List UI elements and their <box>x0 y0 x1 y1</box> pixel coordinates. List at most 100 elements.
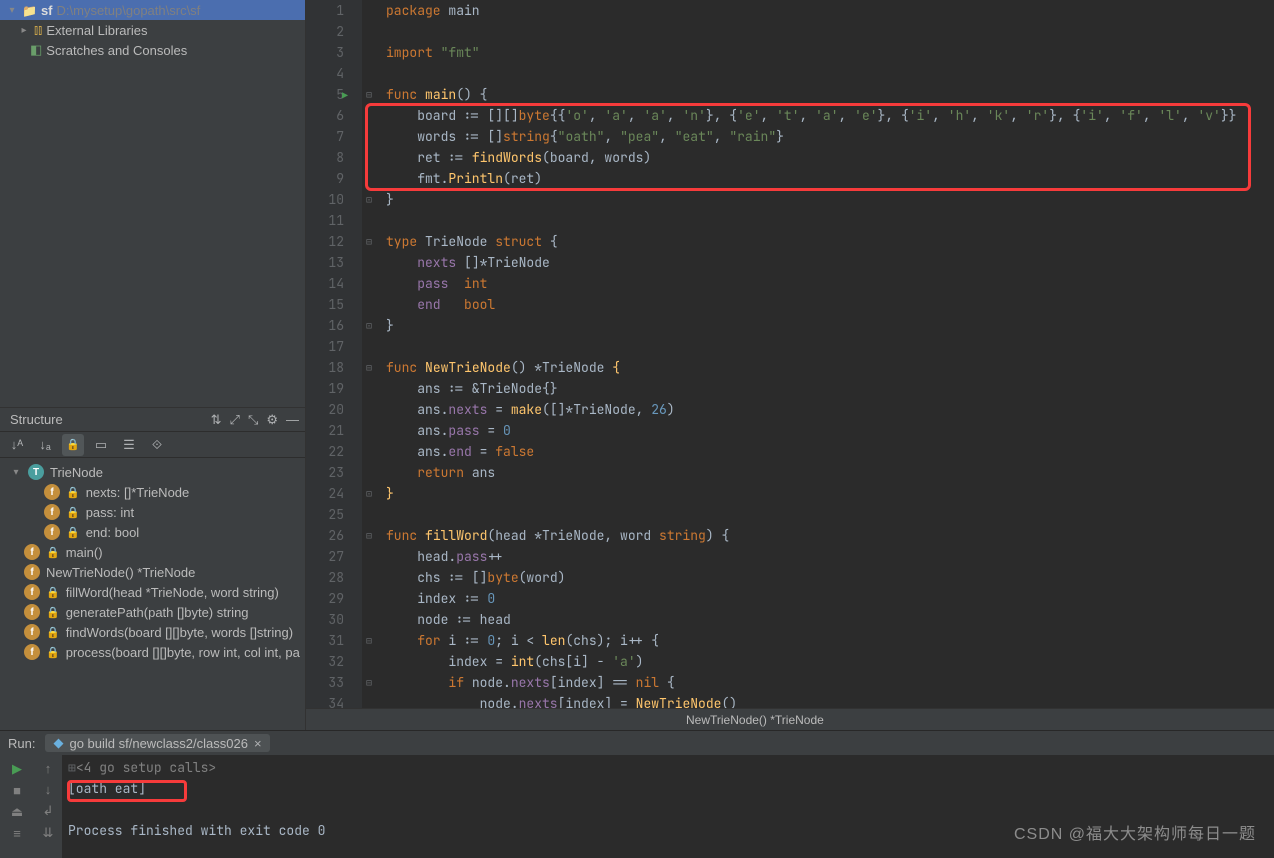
collapse-icon[interactable]: ⤡ <box>248 412 258 428</box>
minimize-icon[interactable]: — <box>286 412 299 428</box>
project-root[interactable]: ▾ sf D:\mysetup\gopath\src\sf <box>0 0 305 20</box>
code-line[interactable]: for i := 0; i < len(chs); i++ { <box>386 630 1274 651</box>
stop-icon[interactable]: ■ <box>13 783 21 798</box>
lock-icon: 🔒 <box>66 486 80 499</box>
show-locked-icon[interactable]: 🔒 <box>62 434 84 456</box>
field-badge: f <box>44 504 60 520</box>
code-line[interactable]: ans.pass = 0 <box>386 420 1274 441</box>
rerun-icon[interactable]: ▶ <box>12 761 22 777</box>
fold-icon[interactable]: ⊞ <box>68 759 76 776</box>
project-tree[interactable]: ▾ sf D:\mysetup\gopath\src\sf ▸ ⫾⫾ Exter… <box>0 0 306 407</box>
func-badge: f <box>24 584 40 600</box>
func-badge: f <box>24 644 40 660</box>
chevron-down-icon: ▾ <box>6 5 18 16</box>
run-toolbar-nav: ↑ ↓ ↲ ⇊ <box>34 755 62 858</box>
up-icon[interactable]: ↑ <box>45 761 52 776</box>
external-libraries[interactable]: ▸ ⫾⫾ External Libraries <box>0 20 305 40</box>
structure-type[interactable]: ▾ T TrieNode <box>0 462 305 482</box>
structure-field[interactable]: f 🔒 nexts: []*TrieNode <box>0 482 305 502</box>
type-badge: T <box>28 464 44 480</box>
structure-func[interactable]: f 🔒 fillWord(head *TrieNode, word string… <box>0 582 305 602</box>
layout-icon[interactable]: ≡ <box>13 826 21 841</box>
func-badge: f <box>24 604 40 620</box>
code-line[interactable]: board := [][]byte{{'o', 'a', 'a', 'n'}, … <box>386 105 1274 126</box>
code-line[interactable]: nexts []*TrieNode <box>386 252 1274 273</box>
expand-icon[interactable]: ⤢ <box>230 412 240 428</box>
structure-func[interactable]: f 🔒 process(board [][]byte, row int, col… <box>0 642 305 662</box>
lock-icon: 🔒 <box>46 546 60 559</box>
code-line[interactable]: index = int(chs[i] - 'a') <box>386 651 1274 672</box>
run-tab[interactable]: ◆ go build sf/newclass2/class026 × <box>45 734 269 752</box>
lock-icon: 🔒 <box>66 526 80 539</box>
code-line[interactable]: package main <box>386 0 1274 21</box>
code-line[interactable]: pass int <box>386 273 1274 294</box>
run-toolbar-left: ▶ ■ ⏏ ≡ <box>0 755 34 858</box>
lock-icon: 🔒 <box>46 606 60 619</box>
code-line[interactable]: } <box>386 315 1274 336</box>
code-line[interactable]: node := head <box>386 609 1274 630</box>
structure-panel: Structure ⇅ ⤢ ⤡ ⚙ — ↓ᴬ ↓ₐ 🔒 ▭ ☰ ⟐ ▾ <box>0 407 306 730</box>
code-editor[interactable]: ▶ 12345678910111213141516171819202122232… <box>306 0 1274 708</box>
structure-func[interactable]: f 🔒 main() <box>0 542 305 562</box>
down-icon[interactable]: ↓ <box>45 782 52 797</box>
code-line[interactable] <box>386 336 1274 357</box>
sort-icon[interactable]: ⇅ <box>211 412 222 428</box>
folder-icon <box>22 3 37 18</box>
code-line[interactable] <box>386 504 1274 525</box>
code-line[interactable]: func main() { <box>386 84 1274 105</box>
code-line[interactable]: func fillWord(head *TrieNode, word strin… <box>386 525 1274 546</box>
code-line[interactable]: ans.end = false <box>386 441 1274 462</box>
fold-column[interactable]: ⊟⊡⊟⊡⊟⊡⊟⊟⊟ <box>362 0 376 708</box>
code-line[interactable]: return ans <box>386 462 1274 483</box>
code-line[interactable]: ans := &TrieNode{} <box>386 378 1274 399</box>
scratches-consoles[interactable]: ◧ Scratches and Consoles <box>0 40 305 60</box>
code-line[interactable]: ret := findWords(board, words) <box>386 147 1274 168</box>
autoscroll-icon[interactable]: ⟐ <box>146 434 168 456</box>
code-line[interactable]: type TrieNode struct { <box>386 231 1274 252</box>
structure-field[interactable]: f 🔒 end: bool <box>0 522 305 542</box>
gear-icon[interactable]: ⚙ <box>266 412 278 428</box>
structure-func[interactable]: f 🔒 findWords(board [][]byte, words []st… <box>0 622 305 642</box>
show-tree-icon[interactable]: ☰ <box>118 434 140 456</box>
structure-toolbar: ↓ᴬ ↓ₐ 🔒 ▭ ☰ ⟐ <box>0 432 305 458</box>
code-line[interactable]: if node.nexts[index] == nil { <box>386 672 1274 693</box>
lock-icon: 🔒 <box>66 506 80 519</box>
code-line[interactable]: import "fmt" <box>386 42 1274 63</box>
structure-field[interactable]: f 🔒 pass: int <box>0 502 305 522</box>
show-folder-icon[interactable]: ▭ <box>90 434 112 456</box>
code-line[interactable]: index := 0 <box>386 588 1274 609</box>
sort-alpha-icon[interactable]: ↓ᴬ <box>6 434 28 456</box>
go-icon: ◆ <box>53 735 63 751</box>
code-line[interactable]: } <box>386 483 1274 504</box>
breadcrumb[interactable]: NewTrieNode() *TrieNode <box>306 708 1274 730</box>
code-line[interactable]: chs := []byte(word) <box>386 567 1274 588</box>
line-gutter[interactable]: ▶ 12345678910111213141516171819202122232… <box>306 0 362 708</box>
lock-icon: 🔒 <box>46 586 60 599</box>
code-line[interactable]: head.pass++ <box>386 546 1274 567</box>
sort-visibility-icon[interactable]: ↓ₐ <box>34 434 56 456</box>
code-line[interactable]: } <box>386 189 1274 210</box>
code-line[interactable]: fmt.Println(ret) <box>386 168 1274 189</box>
code-line[interactable] <box>386 210 1274 231</box>
code-line[interactable] <box>386 21 1274 42</box>
code-line[interactable] <box>386 63 1274 84</box>
chevron-right-icon: ▸ <box>18 25 30 36</box>
structure-func[interactable]: f 🔒 generatePath(path []byte) string <box>0 602 305 622</box>
run-gutter-icon[interactable]: ▶ <box>342 85 348 106</box>
scroll-icon[interactable]: ⇊ <box>43 825 54 841</box>
run-label: Run: <box>8 736 35 751</box>
code-line[interactable]: node.nexts[index] = NewTrieNode() <box>386 693 1274 708</box>
wrap-icon[interactable]: ↲ <box>43 803 54 819</box>
code-line[interactable]: func NewTrieNode() *TrieNode { <box>386 357 1274 378</box>
code-line[interactable]: words := []string{"oath", "pea", "eat", … <box>386 126 1274 147</box>
code-line[interactable]: end bool <box>386 294 1274 315</box>
code-line[interactable]: ans.nexts = make([]*TrieNode, 26) <box>386 399 1274 420</box>
func-badge: f <box>24 564 40 580</box>
structure-func[interactable]: f NewTrieNode() *TrieNode <box>0 562 305 582</box>
field-badge: f <box>44 524 60 540</box>
field-badge: f <box>44 484 60 500</box>
func-badge: f <box>24 544 40 560</box>
close-icon[interactable]: × <box>254 736 262 751</box>
structure-title: Structure <box>10 412 63 427</box>
exit-icon[interactable]: ⏏ <box>11 804 23 820</box>
